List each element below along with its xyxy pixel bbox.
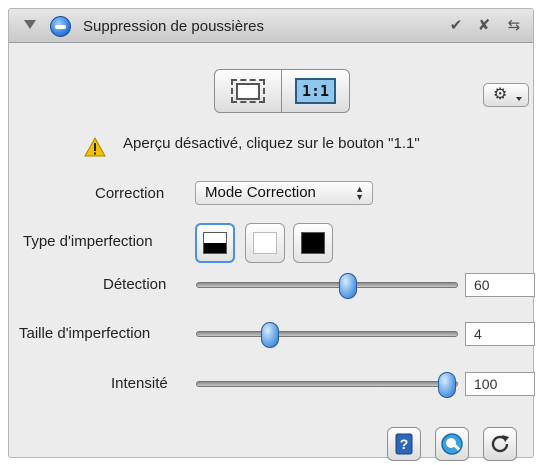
- reset-icon[interactable]: ⇆: [503, 16, 525, 36]
- refresh-button[interactable]: [483, 427, 517, 461]
- intensity-value-field[interactable]: 100: [465, 372, 535, 396]
- one-to-one-label: 1:1: [294, 78, 337, 104]
- gear-icon: ⚙: [493, 86, 508, 103]
- refresh-icon: [491, 435, 509, 453]
- marquee-view-button[interactable]: [214, 69, 282, 113]
- warning-icon: [84, 137, 106, 157]
- help-button[interactable]: ?: [387, 427, 421, 461]
- imperfection-type-white-button[interactable]: [245, 223, 285, 263]
- panel-titlebar: Suppression de poussières ✔ ✘ ⇆: [9, 9, 533, 43]
- detection-label: Détection: [103, 276, 167, 293]
- detection-slider[interactable]: [196, 273, 458, 299]
- white-swatch-icon: [253, 232, 277, 254]
- imperfection-size-label: Taille d'imperfection: [19, 325, 151, 342]
- intensity-slider[interactable]: [196, 372, 458, 398]
- correction-label: Correction: [95, 185, 165, 202]
- intensity-label: Intensité: [111, 375, 168, 392]
- half-black-swatch-icon: [203, 232, 227, 254]
- detection-slider-thumb[interactable]: [338, 273, 357, 299]
- black-swatch-icon: [301, 232, 325, 254]
- loupe-icon: [441, 433, 463, 455]
- disclosure-triangle-icon[interactable]: [24, 20, 36, 29]
- help-icon: ?: [395, 433, 413, 455]
- imperfection-size-slider-thumb[interactable]: [260, 322, 279, 348]
- intensity-slider-thumb[interactable]: [437, 372, 456, 398]
- close-icon[interactable]: ✘: [473, 16, 495, 36]
- select-arrows-icon: ▲ ▼: [355, 184, 364, 202]
- checkmark-icon[interactable]: ✔: [445, 16, 467, 36]
- svg-text:?: ?: [400, 436, 409, 452]
- correction-mode-select[interactable]: Mode Correction ▲ ▼: [195, 181, 373, 205]
- retouch-icon: [50, 16, 71, 37]
- gear-menu-button[interactable]: ⚙: [483, 83, 529, 107]
- correction-mode-value: Mode Correction: [205, 184, 316, 201]
- dust-removal-panel: Suppression de poussières ✔ ✘ ⇆ 1:1 ⚙ Ap…: [8, 8, 535, 461]
- imperfection-type-half-button[interactable]: [195, 223, 235, 263]
- preview-disabled-message: Aperçu désactivé, cliquez sur le bouton …: [123, 135, 420, 152]
- imperfection-size-slider[interactable]: [196, 322, 458, 348]
- imperfection-size-value-field[interactable]: 4: [465, 322, 535, 346]
- one-to-one-view-button[interactable]: 1:1: [282, 69, 350, 113]
- panel-title: Suppression de poussières: [83, 18, 264, 35]
- imperfection-type-label: Type d'imperfection: [23, 233, 153, 250]
- loupe-button[interactable]: [435, 427, 469, 461]
- imperfection-type-black-button[interactable]: [293, 223, 333, 263]
- detection-value-field[interactable]: 60: [465, 273, 535, 297]
- view-mode-group: 1:1: [214, 69, 350, 113]
- marquee-icon: [231, 79, 265, 103]
